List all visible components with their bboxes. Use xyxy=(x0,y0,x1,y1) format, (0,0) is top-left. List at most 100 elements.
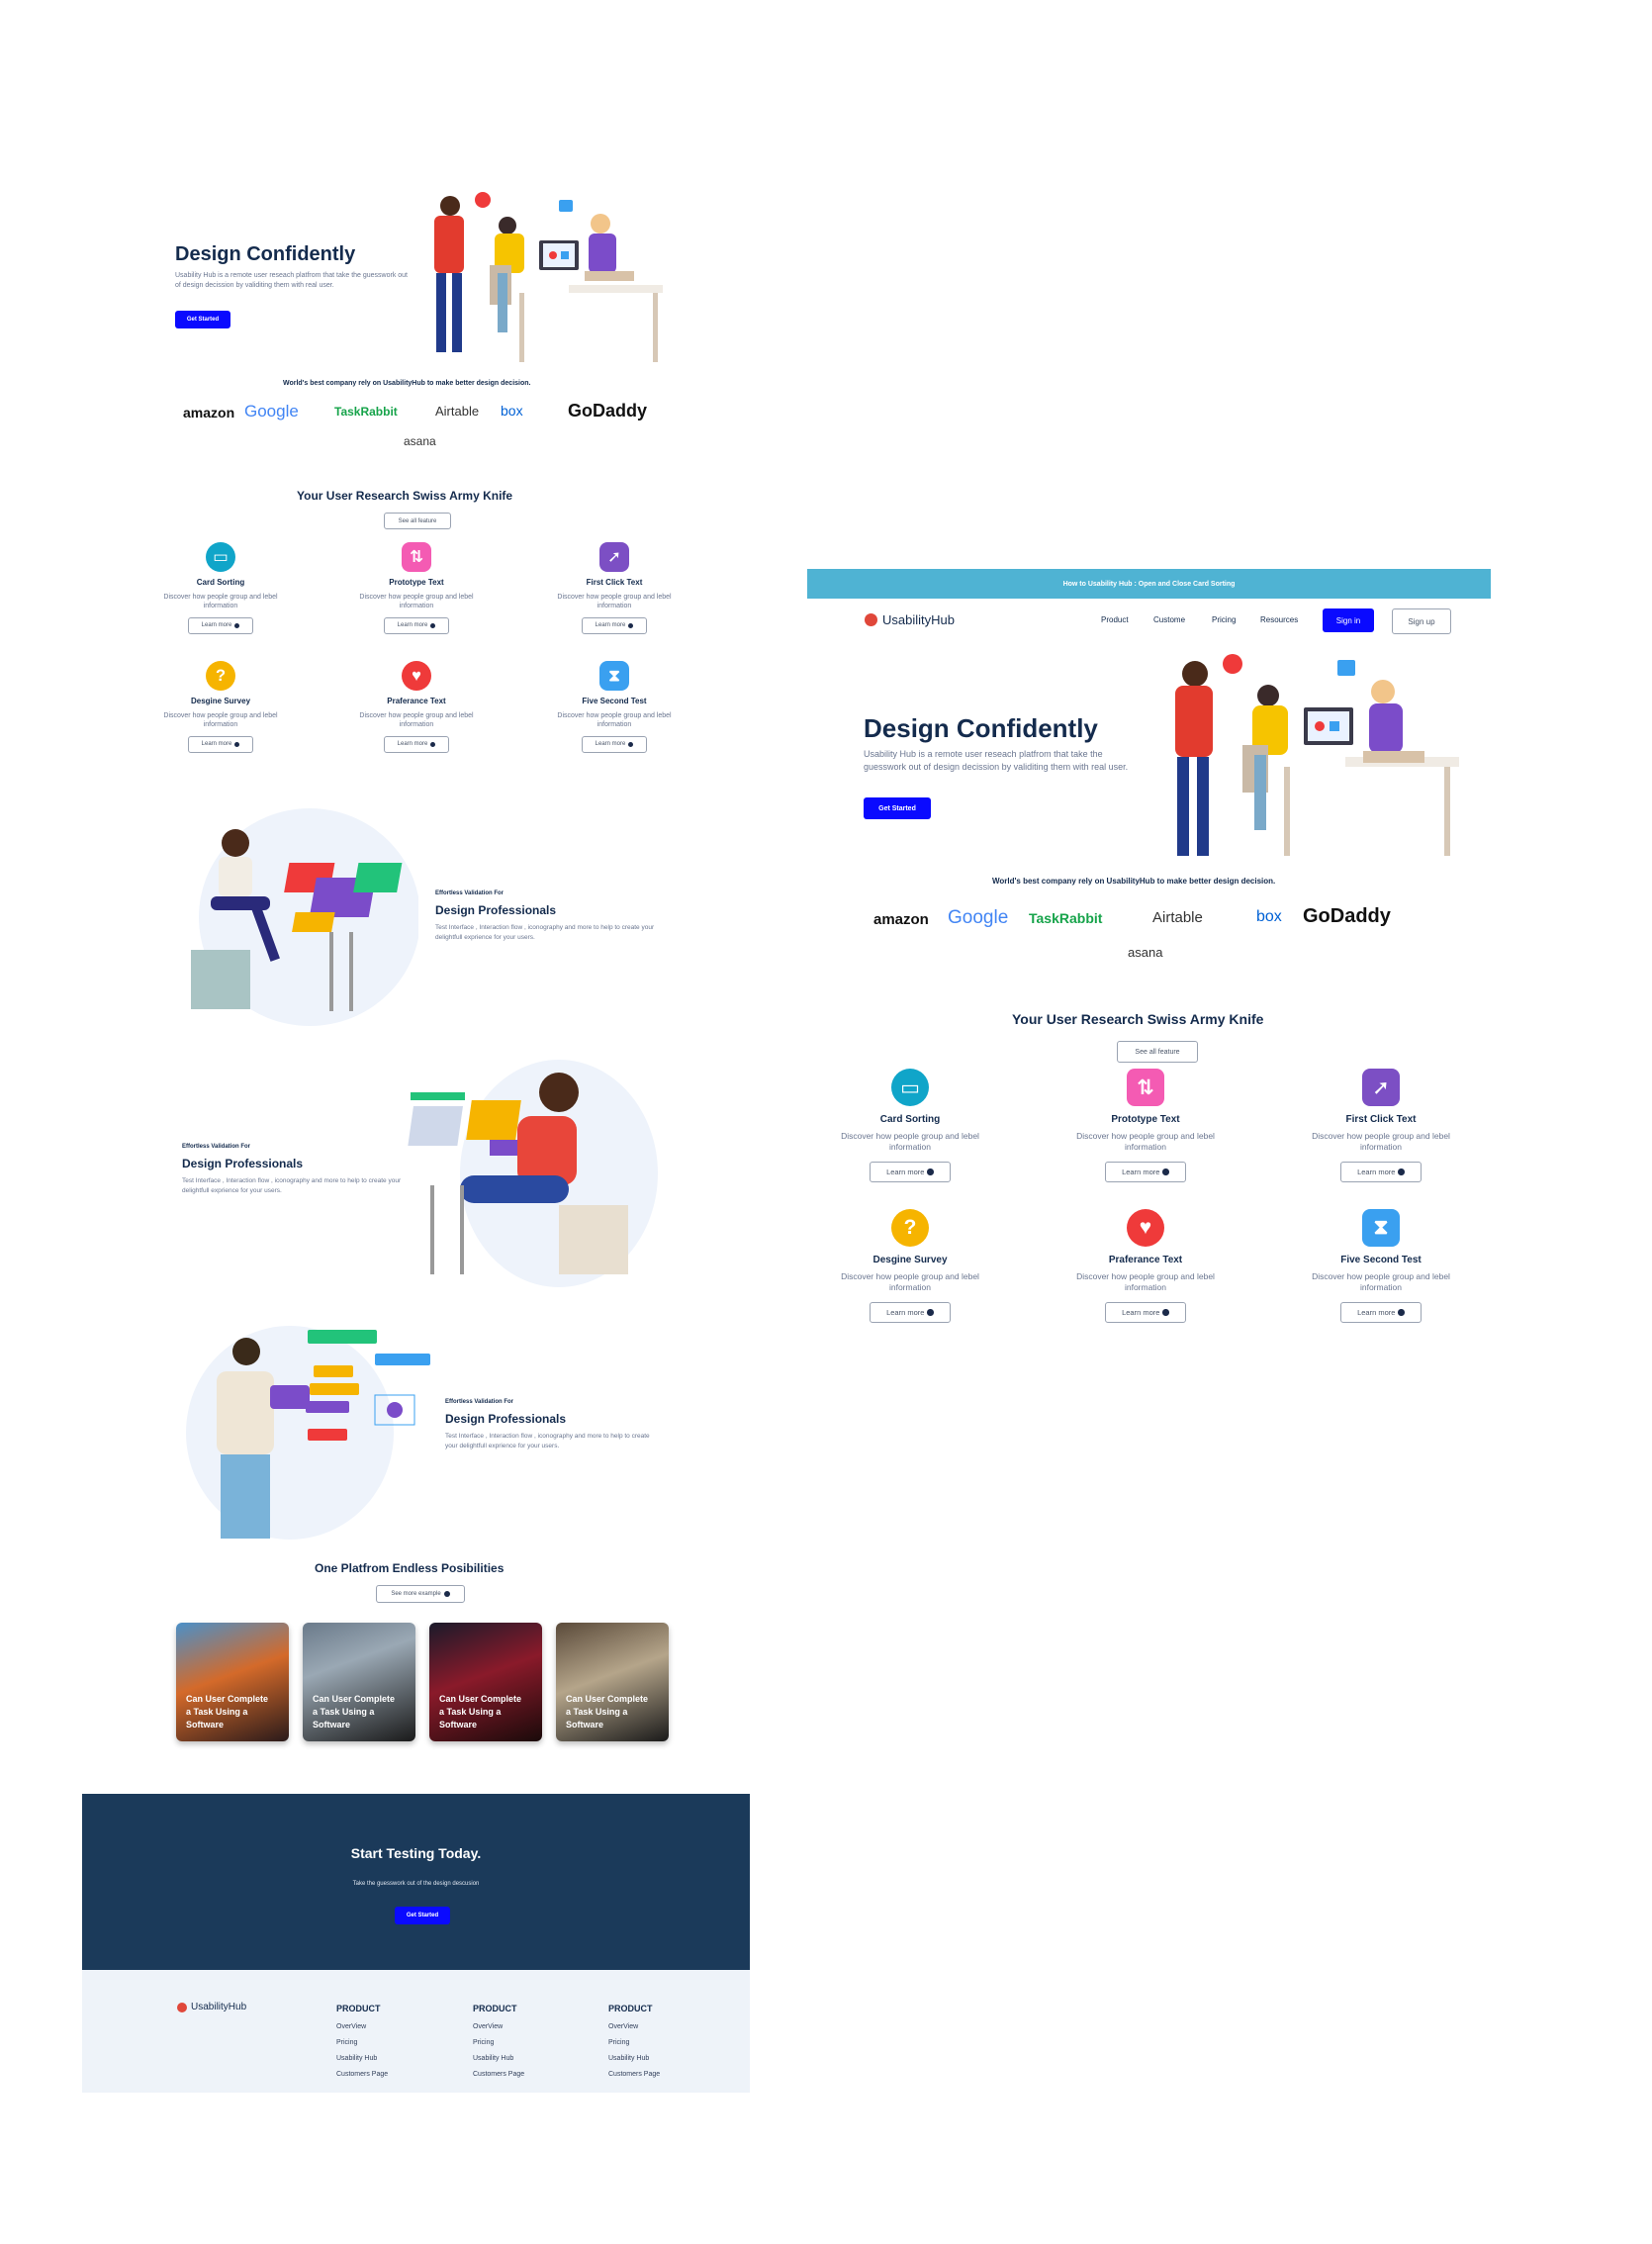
trust-text: World's best company rely on UsabilityHu… xyxy=(992,877,1276,886)
footer-column-heading: PRODUCT xyxy=(608,2004,653,2013)
footer-link[interactable]: Usability Hub xyxy=(473,2055,524,2062)
arrow-circle-icon xyxy=(628,741,634,747)
godaddy-logo: GoDaddy xyxy=(1303,905,1391,927)
feature-card: ⧗ Five Second Test Discover how people gro… xyxy=(1282,1209,1480,1323)
brand-name: UsabilityHub xyxy=(882,612,955,627)
feature-title: Card Sorting xyxy=(196,578,245,587)
learn-more-label: Learn more xyxy=(595,741,626,748)
learn-more-label: Learn more xyxy=(1122,1167,1160,1176)
amazon-logo: amazon xyxy=(873,911,929,928)
get-started-button[interactable]: Get Started xyxy=(175,311,230,328)
feature-desc: Discover how people group and lebel info… xyxy=(1312,1131,1450,1153)
feature-desc: Discover how people group and lebel info… xyxy=(1076,1131,1215,1153)
feature-title: Praferance Text xyxy=(1108,1255,1183,1265)
feature-card: ⇅ Prototype Text Discover how people group… xyxy=(1047,1069,1244,1182)
get-started-button[interactable]: Get Started xyxy=(864,797,931,819)
taskrabbit-logo: TaskRabbit xyxy=(334,405,398,419)
case-card-title: Can User Complete a Task Using a Softwar… xyxy=(186,1694,269,1730)
footer-link[interactable]: Customers Page xyxy=(473,2071,524,2078)
announcement-banner[interactable]: How to Usability Hub : Open and Close Ca… xyxy=(807,569,1491,599)
nav-product[interactable]: Product xyxy=(1101,615,1153,624)
footer-link[interactable]: OverView xyxy=(608,2023,660,2030)
learn-more-button[interactable]: Learn more xyxy=(188,616,253,634)
see-all-feature-button[interactable]: See all feature xyxy=(1117,1041,1198,1063)
feature-card: ➚ First Click Text Discover how people gro… xyxy=(530,542,698,634)
footer-link[interactable]: Customers Page xyxy=(336,2071,388,2078)
feature-desc: Discover how people group and lebel info… xyxy=(163,712,278,729)
validation-illustration-2 xyxy=(408,1060,658,1287)
arrow-circle-icon xyxy=(927,1309,934,1316)
feature-desc: Discover how people group and lebel info… xyxy=(163,594,278,610)
question-icon: ? xyxy=(891,1209,929,1247)
sign-in-button[interactable]: Sign in xyxy=(1323,608,1374,632)
footer-link[interactable]: Customers Page xyxy=(608,2071,660,2078)
cta-section: Start Testing Today. Take the guesswork … xyxy=(82,1794,750,1970)
nav-resources[interactable]: Resources xyxy=(1260,615,1320,624)
see-all-feature-button[interactable]: See all feature xyxy=(384,513,451,529)
case-card-1[interactable]: Can User Complete a Task Using a Softwar… xyxy=(176,1623,289,1741)
feature-desc: Discover how people group and lebel info… xyxy=(359,594,474,610)
learn-more-label: Learn more xyxy=(1357,1307,1396,1317)
learn-more-label: Learn more xyxy=(201,622,232,629)
footer-link[interactable]: Pricing xyxy=(608,2039,660,2046)
nav-pricing[interactable]: Pricing xyxy=(1212,615,1260,624)
trust-text: World's best company rely on UsabilityHu… xyxy=(283,380,531,387)
banner-text: How to Usability Hub : Open and Close Ca… xyxy=(1062,580,1236,588)
learn-more-button[interactable]: Learn more xyxy=(582,616,647,634)
footer-column-3: PRODUCT OverView Pricing Usability Hub C… xyxy=(608,2004,660,2087)
validation-desc-2: Test Interface , Interaction flow , icon… xyxy=(182,1177,402,1194)
footer-link[interactable]: Usability Hub xyxy=(336,2055,388,2062)
learn-more-button[interactable]: Learn more xyxy=(1340,1301,1422,1323)
learn-more-button[interactable]: Learn more xyxy=(870,1301,951,1323)
feature-title: Five Second Test xyxy=(582,697,647,705)
sign-up-button[interactable]: Sign up xyxy=(1392,608,1451,634)
learn-more-label: Learn more xyxy=(1122,1307,1160,1317)
learn-more-button[interactable]: Learn more xyxy=(582,735,647,753)
footer-link[interactable]: Pricing xyxy=(473,2039,524,2046)
footer-link[interactable]: Usability Hub xyxy=(608,2055,660,2062)
hourglass-icon: ⧗ xyxy=(1362,1209,1400,1247)
arrow-circle-icon xyxy=(1398,1309,1405,1316)
feature-desc: Discover how people group and lebel info… xyxy=(359,712,474,729)
cta-title: Start Testing Today. xyxy=(350,1845,482,1861)
arrow-circle-icon xyxy=(430,741,436,747)
heart-icon: ♥ xyxy=(402,661,431,691)
hero-subtitle: Usability Hub is a remote user reseach p… xyxy=(175,272,408,289)
brand[interactable]: UsabilityHub xyxy=(865,612,955,627)
hero-title: Design Confidently xyxy=(175,243,356,265)
brand-logo-icon xyxy=(865,613,877,626)
nav-custome[interactable]: Custome xyxy=(1153,615,1212,624)
box-logo: box xyxy=(1256,908,1282,925)
learn-more-button[interactable]: Learn more xyxy=(384,735,449,753)
learn-more-button[interactable]: Learn more xyxy=(870,1161,951,1182)
case-card-3[interactable]: Can User Complete a Task Using a Softwar… xyxy=(429,1623,542,1741)
feature-card: ? Desgine Survey Discover how people group… xyxy=(811,1209,1009,1323)
feature-card: ⇅ Prototype Text Discover how people group… xyxy=(332,542,501,634)
footer-link[interactable]: OverView xyxy=(336,2023,388,2030)
case-card-2[interactable]: Can User Complete a Task Using a Softwar… xyxy=(303,1623,415,1741)
learn-more-button[interactable]: Learn more xyxy=(1105,1301,1186,1323)
airtable-logo: Airtable xyxy=(435,404,480,419)
learn-more-button[interactable]: Learn more xyxy=(1340,1161,1422,1182)
validation-illustration-1 xyxy=(191,808,418,1026)
feature-title: Five Second Test xyxy=(1340,1255,1422,1265)
features-title: Your User Research Swiss Army Knife xyxy=(1012,1011,1264,1027)
feature-title: Card Sorting xyxy=(879,1114,941,1125)
footer-column-2: PRODUCT OverView Pricing Usability Hub C… xyxy=(473,2004,524,2087)
see-more-example-button[interactable]: See more example xyxy=(376,1585,465,1603)
footer-link[interactable]: Pricing xyxy=(336,2039,388,2046)
footer-brand[interactable]: UsabilityHub xyxy=(177,2002,246,2012)
case-card-title: Can User Complete a Task Using a Softwar… xyxy=(439,1694,522,1730)
hero-illustration xyxy=(1175,654,1459,856)
footer-link[interactable]: OverView xyxy=(473,2023,524,2030)
feature-title: First Click Text xyxy=(586,578,643,587)
feature-card: ▭ Card Sorting Discover how people group a… xyxy=(811,1069,1009,1182)
feature-desc: Discover how people group and lebel info… xyxy=(1312,1271,1450,1293)
learn-more-button[interactable]: Learn more xyxy=(384,616,449,634)
validation-eyebrow-1: Effortless Validation For xyxy=(435,890,505,896)
case-card-4[interactable]: Can User Complete a Task Using a Softwar… xyxy=(556,1623,669,1741)
hero-illustration xyxy=(434,192,663,362)
learn-more-button[interactable]: Learn more xyxy=(1105,1161,1186,1182)
learn-more-button[interactable]: Learn more xyxy=(188,735,253,753)
cta-get-started-button[interactable]: Get Started xyxy=(395,1907,450,1924)
